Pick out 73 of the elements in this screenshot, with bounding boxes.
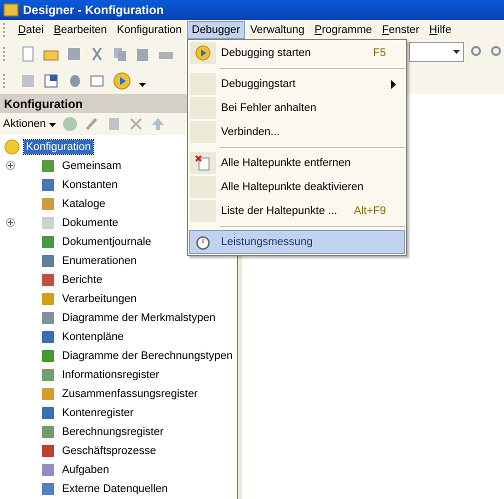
pencil-icon[interactable]: [84, 116, 100, 132]
tile-icon: [40, 290, 56, 306]
tile-icon: [40, 176, 56, 192]
menu-item[interactable]: Hilfe: [424, 21, 456, 39]
tile-icon: [40, 480, 56, 496]
tile-icon: [40, 328, 56, 344]
tree-item[interactable]: Diagramme der Berechnungstypen: [60, 348, 235, 362]
tree-item[interactable]: Berechnungsregister: [60, 424, 166, 438]
tile-icon: [40, 424, 56, 440]
tree-item[interactable]: Kataloge: [60, 196, 108, 210]
tile-icon: [40, 310, 56, 326]
tile-icon: [40, 442, 56, 458]
tree-item[interactable]: Externe Datenquellen: [60, 482, 170, 496]
tree-item[interactable]: Diagramme der Merkmalstypen: [60, 310, 218, 324]
menu-item[interactable]: Konfiguration: [112, 21, 187, 39]
expand-icon[interactable]: [6, 161, 15, 170]
tile-icon: [40, 234, 56, 250]
menu-item[interactable]: Bearbeiten: [48, 21, 112, 39]
new-file-icon[interactable]: [20, 46, 36, 62]
tree-item[interactable]: Dokumente: [60, 216, 120, 230]
menu-item[interactable]: Bei Fehler anhalten: [189, 96, 405, 120]
caret-icon: [453, 50, 460, 54]
menu-item[interactable]: Debugger: [186, 21, 246, 39]
dropdown-field[interactable]: [409, 42, 464, 62]
tree-item[interactable]: Informationsregister: [60, 368, 162, 382]
tree-item[interactable]: Berichte: [60, 272, 104, 286]
window-title: Designer - Konfiguration: [23, 3, 164, 17]
menu-item[interactable]: Alle Haltepunkte deaktivieren: [189, 175, 405, 199]
menu-item[interactable]: Alle Haltepunkte entfernen: [189, 151, 405, 175]
tree-item[interactable]: Geschäftsprozesse: [60, 444, 158, 458]
tree-item[interactable]: Dokumentjournale: [60, 234, 154, 248]
menu-item[interactable]: Verwaltung: [245, 21, 310, 39]
tile-icon: [40, 158, 56, 174]
menu-item[interactable]: Datei: [13, 21, 49, 39]
tile-icon: [40, 404, 56, 420]
stopwatch-icon: [195, 234, 211, 250]
play-icon[interactable]: [112, 70, 132, 90]
menu-item[interactable]: Verbinden...: [189, 120, 405, 144]
menu-item[interactable]: Fenster: [376, 21, 424, 39]
tree-item[interactable]: Kontenpläne: [60, 330, 126, 344]
menu-item[interactable]: Liste der Haltepunkte ... Alt+F9: [189, 199, 405, 223]
menu-item[interactable]: Programme: [310, 21, 377, 39]
tree-item[interactable]: Gemeinsam: [60, 158, 124, 172]
tile-icon: [40, 272, 56, 288]
caret-icon: [48, 123, 56, 127]
app-icon: [3, 2, 19, 18]
tree-item[interactable]: Aufgaben: [60, 462, 112, 476]
tree-item[interactable]: Enumerationen: [60, 254, 139, 268]
menu-item[interactable]: Debugging starten F5: [189, 41, 405, 65]
tree-item[interactable]: Kontenregister: [60, 406, 136, 420]
tile-icon: [40, 252, 56, 268]
tree-item[interactable]: Zusammenfassungsregister: [60, 386, 200, 400]
tree-item[interactable]: Konstanten: [60, 178, 120, 192]
window-icon[interactable]: [43, 72, 59, 88]
tree-item[interactable]: Verarbeitungen: [60, 292, 139, 306]
tile-icon: [40, 386, 56, 402]
tile-icon: [40, 366, 56, 382]
tile-icon: [40, 196, 56, 212]
delete-document-icon: [195, 155, 211, 171]
up-arrow-icon[interactable]: [150, 116, 166, 132]
sphere-icon: [4, 138, 20, 154]
tile-icon: [40, 462, 56, 478]
delete-icon[interactable]: [128, 116, 144, 132]
tree-item[interactable]: Konfiguration: [24, 140, 93, 154]
actions-button[interactable]: Aktionen: [3, 118, 56, 130]
copy-icon[interactable]: [112, 46, 128, 62]
panel-title: Konfiguration: [4, 96, 83, 110]
play-icon: [195, 45, 211, 61]
menu-item[interactable]: Leistungsmessung: [189, 230, 405, 254]
menu-item[interactable]: Debuggingstart: [189, 72, 405, 96]
tile-icon: [40, 214, 56, 230]
tile-icon: [40, 348, 56, 364]
expand-icon[interactable]: [6, 218, 15, 227]
